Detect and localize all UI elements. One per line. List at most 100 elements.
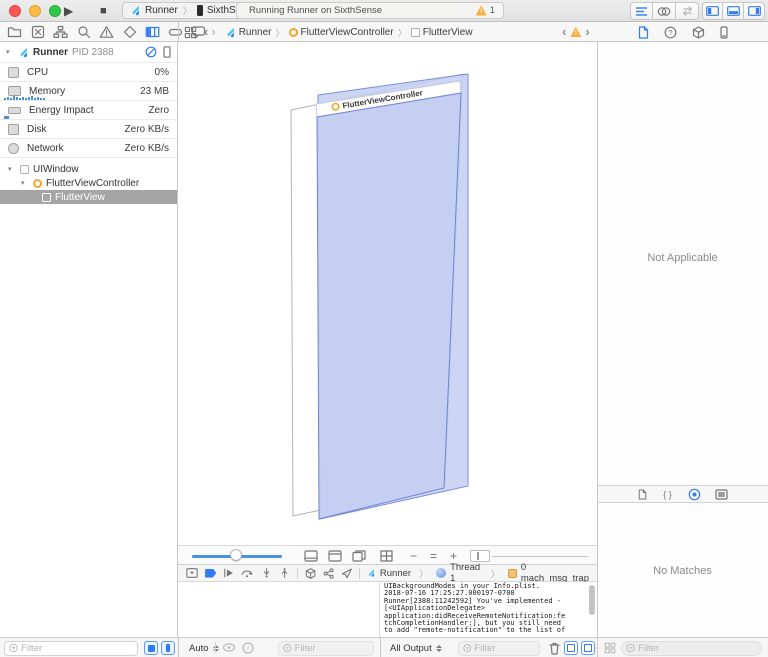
console-scope-label: All Output <box>390 643 432 654</box>
size-inspector-tab[interactable] <box>720 26 728 39</box>
filter-constraints-mode-button[interactable] <box>161 641 175 655</box>
show-constraints-button[interactable] <box>328 550 342 562</box>
assistant-editor-button[interactable] <box>653 2 676 20</box>
memory-graph-button[interactable] <box>323 567 334 580</box>
pause-process-icon[interactable] <box>145 46 157 58</box>
toggle-inspector-button[interactable] <box>744 2 765 20</box>
test-navigator-tab[interactable] <box>120 23 139 41</box>
tree-row-flutterviewcontroller[interactable]: ▾ FlutterViewController <box>0 176 177 190</box>
minimize-window-button[interactable] <box>29 5 41 17</box>
show-view-frames-button[interactable] <box>352 550 366 562</box>
console-scope-popup[interactable]: All Output <box>390 638 442 657</box>
view-controller-icon <box>289 28 298 37</box>
debug-view-hierarchy-button[interactable] <box>305 567 316 580</box>
file-inspector-tab[interactable] <box>638 26 649 39</box>
gauge-row-memory[interactable]: Memory 23 MB <box>0 81 177 100</box>
console-filter-input[interactable] <box>474 643 535 654</box>
activity-issues[interactable]: ! 1 <box>476 5 503 16</box>
breakpoints-toggle-button[interactable] <box>205 569 216 578</box>
disclosure-triangle[interactable]: ▾ <box>8 165 16 173</box>
flutter-icon <box>130 5 141 16</box>
view-hierarchy-canvas[interactable]: FlutterViewController <box>178 42 597 545</box>
file-template-library-tab[interactable] <box>638 489 647 500</box>
filter-views-mode-button[interactable] <box>144 641 158 655</box>
code-snippet-library-tab[interactable]: { } <box>661 489 674 500</box>
show-console-view-button[interactable] <box>581 641 595 655</box>
library-filter-field[interactable] <box>621 641 762 656</box>
simulate-location-button[interactable] <box>341 567 352 579</box>
project-navigator-tab[interactable] <box>5 23 24 41</box>
close-window-button[interactable] <box>9 5 21 17</box>
related-items-icon[interactable] <box>184 26 197 39</box>
hide-debug-area-button[interactable] <box>186 567 198 579</box>
step-over-button[interactable] <box>241 567 253 579</box>
variables-filter-field[interactable] <box>278 641 374 656</box>
zoom-actual-size-button[interactable]: = <box>430 546 437 566</box>
toggle-navigator-button[interactable] <box>702 2 723 20</box>
tree-row-uiwindow[interactable]: ▾ UIWindow <box>0 162 177 176</box>
disclosure-triangle[interactable]: ▾ <box>21 179 29 187</box>
gauge-row-cpu[interactable]: CPU 0% <box>0 62 177 81</box>
svg-text:{ }: { } <box>663 489 672 499</box>
jump-crumb-controller[interactable]: FlutterViewController <box>301 27 394 38</box>
device-memory-icon[interactable] <box>163 46 171 58</box>
jump-crumb-view[interactable]: FlutterView <box>423 27 473 38</box>
go-back-button[interactable]: ‹ <box>204 23 208 41</box>
search-icon <box>77 25 91 39</box>
gauge-row-energy[interactable]: Energy Impact Zero <box>0 100 177 119</box>
symbol-navigator-tab[interactable] <box>51 23 70 41</box>
find-navigator-tab[interactable] <box>74 23 93 41</box>
range-slider-box[interactable] <box>470 550 490 562</box>
tree-row-flutterview-selected[interactable]: FlutterView <box>0 190 177 204</box>
next-issue-button[interactable]: › <box>585 23 589 41</box>
jump-crumb-project[interactable]: Runner <box>239 27 272 38</box>
toggle-debug-area-button[interactable] <box>723 2 744 20</box>
debug-crumb-thread[interactable]: Thread 1 <box>450 562 483 584</box>
editor-mode-group <box>630 2 699 20</box>
gauge-row-disk[interactable]: Disk Zero KB/s <box>0 119 177 138</box>
range-slider-handle[interactable] <box>477 552 479 560</box>
info-button[interactable]: i <box>242 642 254 654</box>
go-forward-button[interactable]: › <box>211 23 215 41</box>
continue-button[interactable] <box>223 567 234 579</box>
console-scrollbar[interactable] <box>589 585 595 615</box>
show-clipped-content-button[interactable] <box>304 550 318 562</box>
issue-navigator-tab[interactable] <box>97 23 116 41</box>
media-library-tab[interactable] <box>715 489 728 500</box>
clear-console-button[interactable] <box>549 642 560 655</box>
navigator-filter-input[interactable] <box>21 643 133 654</box>
range-slider-track[interactable] <box>492 556 588 558</box>
previous-issue-button[interactable]: ‹ <box>562 23 566 41</box>
source-control-navigator-tab[interactable] <box>28 23 47 41</box>
variables-view[interactable] <box>178 582 380 637</box>
variables-filter-input[interactable] <box>295 643 369 654</box>
debug-crumb-process[interactable]: Runner <box>380 568 411 579</box>
quick-help-inspector-tab[interactable]: ? <box>664 26 677 39</box>
zoom-window-button[interactable] <box>49 5 61 17</box>
show-variables-options-button[interactable] <box>222 642 236 653</box>
spacing-slider-knob[interactable] <box>230 549 242 561</box>
step-into-button[interactable] <box>261 567 272 579</box>
show-variables-view-button[interactable] <box>564 641 578 655</box>
gauge-row-network[interactable]: Network Zero KB/s <box>0 138 177 157</box>
standard-editor-button[interactable] <box>630 2 653 20</box>
run-button[interactable]: ▶ <box>64 0 73 22</box>
library-grid-icon[interactable] <box>604 642 616 654</box>
object-inspector-tab[interactable] <box>692 26 705 39</box>
console-filter-field[interactable] <box>458 641 540 656</box>
navigator-filter-field[interactable] <box>4 641 138 656</box>
zoom-out-button[interactable]: − <box>410 546 417 566</box>
grid-button[interactable] <box>380 550 393 562</box>
console-output[interactable]: UIBackgroundModes in your Info.plist. 20… <box>380 582 597 637</box>
step-out-button[interactable] <box>279 567 290 579</box>
library-filter-input[interactable] <box>638 643 757 654</box>
flutterview-plane[interactable] <box>317 93 461 519</box>
breakpoint-navigator-tab[interactable] <box>166 23 185 41</box>
process-row[interactable]: ▾ Runner PID 2388 <box>0 42 177 62</box>
debug-navigator-tab[interactable] <box>143 23 162 41</box>
disclosure-triangle[interactable]: ▾ <box>6 48 14 56</box>
object-library-tab[interactable] <box>688 488 701 501</box>
version-editor-button[interactable] <box>676 2 699 20</box>
debug-crumb-frame[interactable]: 0 mach_msg_trap <box>521 562 589 584</box>
stop-button[interactable]: ■ <box>100 0 107 22</box>
